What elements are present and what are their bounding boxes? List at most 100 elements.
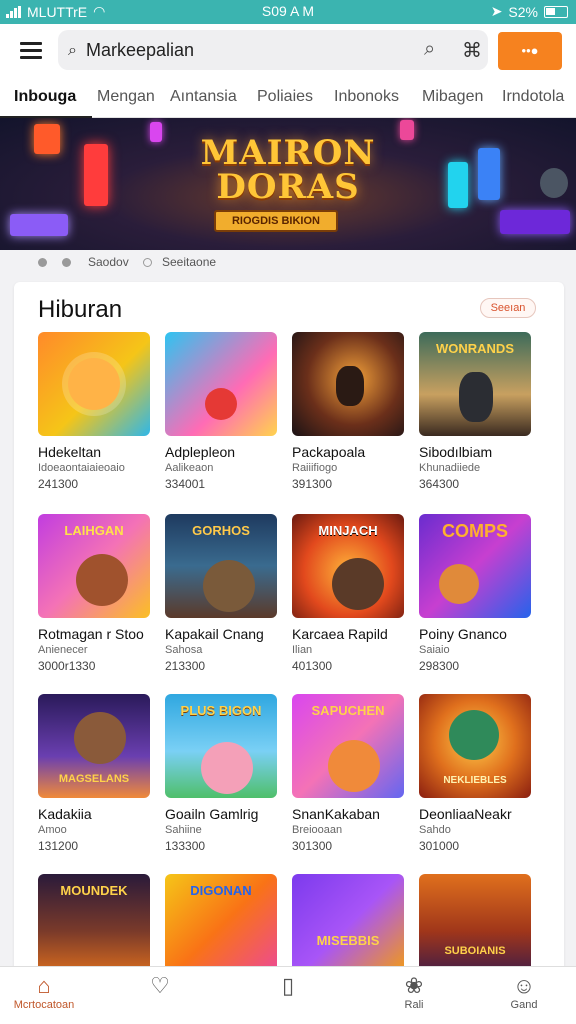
tab-mibagen[interactable]: Mibagen	[422, 88, 483, 106]
game-category: Aalikeaon	[165, 462, 214, 474]
play-icon	[205, 388, 237, 420]
game-category: Raiiifiogo	[292, 462, 338, 474]
game-thumbnail-title: MOUNDEK	[60, 883, 128, 898]
game-name: Kapakail Cnang	[165, 626, 264, 642]
nav-location[interactable]: ♡	[120, 973, 200, 999]
category-tabs: Inbouga Mengan Aıntansia Poliaies Inbono…	[0, 76, 576, 118]
nav-label: Mcrtocatoan	[13, 999, 75, 1011]
location-arrow-icon: ➤	[490, 3, 503, 19]
promo-banner[interactable]: MAIRON DORAS RIOGDIS BIKION	[0, 118, 576, 250]
section-title: Hiburan	[38, 296, 123, 323]
game-tile[interactable]: Packapoala Raiiifiogo 391300	[292, 332, 412, 491]
game-thumbnail: PLUS BIGON	[165, 694, 277, 798]
game-category: Saiaio	[419, 644, 450, 656]
tab-inbouga[interactable]: Inbouga	[14, 88, 76, 106]
nav-card[interactable]: ▯	[248, 973, 328, 999]
game-play-count: 334001	[165, 477, 206, 491]
tab-mengan[interactable]: Mengan	[97, 88, 155, 106]
game-tile[interactable]: WONRANDS Sibodılbiam Khunadiiede 364300	[419, 332, 539, 491]
magnifier-icon[interactable]: ⌕	[424, 38, 435, 61]
game-category: Breiooaan	[292, 824, 343, 836]
gamepad-icon[interactable]: ⌘	[462, 38, 482, 63]
game-thumbnail	[38, 332, 150, 436]
warrior-character-icon	[336, 366, 364, 406]
game-tile[interactable]: MAGSELANS Kadakiia Amoo 131200	[38, 694, 158, 853]
neon-light	[10, 214, 68, 236]
nav-gift[interactable]: ❀ Rali	[374, 973, 454, 1011]
neon-light	[500, 210, 570, 234]
game-tile[interactable]: SAPUCHEN SnanKakaban Breiooaan 301300	[292, 694, 412, 853]
game-name: Hdekeltan	[38, 444, 102, 460]
game-tile[interactable]: PLUS BIGON Goailn Gamlrig Sahiine 133300	[165, 694, 285, 853]
game-thumbnail	[165, 332, 277, 436]
game-thumbnail: WONRANDS	[419, 332, 531, 436]
soldier-character-icon	[459, 372, 493, 422]
game-tile[interactable]: Adplepleon Aalikeaon 334001	[165, 332, 285, 491]
game-category: Idoeaontaiaieoaio	[38, 462, 125, 474]
nav-profile[interactable]: ☺ Gand	[484, 973, 564, 1011]
game-thumbnail: SUBOIANIS	[419, 874, 531, 978]
game-thumbnail: MINJACH	[292, 514, 404, 618]
game-name: Karcaea Rapild	[292, 626, 388, 642]
bottom-navigation: ⌂ Mcrtocatoan ♡ ▯ ❀ Rali ☺ Gand	[0, 966, 576, 1024]
game-name: Kadakiia	[38, 806, 92, 822]
carousel-label: Seeitaone	[162, 255, 217, 269]
carousel-dot[interactable]	[38, 258, 47, 267]
tab-poliaies[interactable]: Poliaies	[257, 88, 313, 106]
game-tile[interactable]: GORHOS Kapakail Cnang Sahosa 213300	[165, 514, 285, 673]
game-thumbnail: MAGSELANS	[38, 694, 150, 798]
banner-title-line1: MAIRON	[200, 133, 376, 173]
game-tile[interactable]: SUBOIANIS	[419, 874, 539, 978]
game-thumbnail: SAPUCHEN	[292, 694, 404, 798]
game-name: SnanKakaban	[292, 806, 380, 822]
fox-character-icon	[68, 358, 120, 410]
game-thumbnail-title: PLUS BIGON	[180, 703, 262, 718]
game-thumbnail: COMPS	[419, 514, 531, 618]
game-play-count: 213300	[165, 659, 206, 673]
game-tile[interactable]: MINJACH Karcaea Rapild Ilian 401300	[292, 514, 412, 673]
game-play-count: 3000r1330	[38, 659, 96, 673]
carousel-dot[interactable]	[62, 258, 71, 267]
game-thumbnail-title: GORHOS	[192, 523, 250, 538]
gift-icon: ❀	[404, 973, 424, 998]
carousel-label: Saodov	[88, 255, 129, 269]
fox-character-icon	[439, 564, 479, 604]
game-play-count: 391300	[292, 477, 333, 491]
adventurer-character-icon	[332, 558, 384, 610]
game-name: DeonliaaNeakr	[419, 806, 512, 822]
bull-character-icon	[76, 554, 128, 606]
search-bar[interactable]: ⌕ ⌕ ⌘	[58, 30, 488, 70]
hero-group-icon	[203, 560, 255, 612]
game-tile[interactable]: LAIHGAN Rotmagan r Stoo Anienecer 3000r1…	[38, 514, 158, 673]
game-category: Sahiine	[165, 824, 202, 836]
cat-character-icon	[328, 740, 380, 792]
tab-aintansia[interactable]: Aıntansia	[170, 88, 237, 106]
game-category: Sahdo	[419, 824, 451, 836]
search-input[interactable]	[86, 38, 416, 62]
pig-character-icon	[201, 742, 253, 794]
game-name: Adplepleon	[165, 444, 236, 460]
tab-inbonoks[interactable]: Inbonoks	[334, 88, 399, 106]
game-play-count: 241300	[38, 477, 79, 491]
game-tile[interactable]: NEKLIEBLES DeonliaaNeakr Sahdo 301000	[419, 694, 539, 853]
wizard-character-icon	[74, 712, 126, 764]
game-thumbnail: MOUNDEK	[38, 874, 150, 978]
nav-home[interactable]: ⌂ Mcrtocatoan	[4, 973, 84, 1011]
game-tile[interactable]: Hdekeltan Idoeaontaiaieoaio 241300	[38, 332, 158, 491]
game-tile[interactable]: DIGONAN	[165, 874, 285, 978]
tab-irndotola[interactable]: Irndotola	[502, 88, 564, 106]
game-tile[interactable]: MOUNDEK	[38, 874, 158, 978]
hamburger-menu-icon[interactable]	[20, 42, 42, 59]
profile-icon: ☺	[512, 973, 536, 998]
game-name: Poiny Gnanco	[419, 626, 507, 642]
game-tile[interactable]: MISEBBIS	[292, 874, 412, 978]
game-tile[interactable]: COMPS Poiny Gnanco Saiaio 298300	[419, 514, 539, 673]
carousel-dot[interactable]	[143, 258, 152, 267]
see-more-button[interactable]: Seeıan	[480, 298, 536, 318]
banner-ribbon: RIOGDIS BIKION	[214, 210, 338, 232]
game-thumbnail-title: DIGONAN	[190, 883, 252, 898]
game-thumbnail-title: LAIHGAN	[64, 523, 124, 538]
game-thumbnail-title: COMPS	[441, 521, 508, 541]
game-play-count: 301000	[419, 839, 460, 853]
promo-button[interactable]: ••●	[498, 32, 562, 70]
